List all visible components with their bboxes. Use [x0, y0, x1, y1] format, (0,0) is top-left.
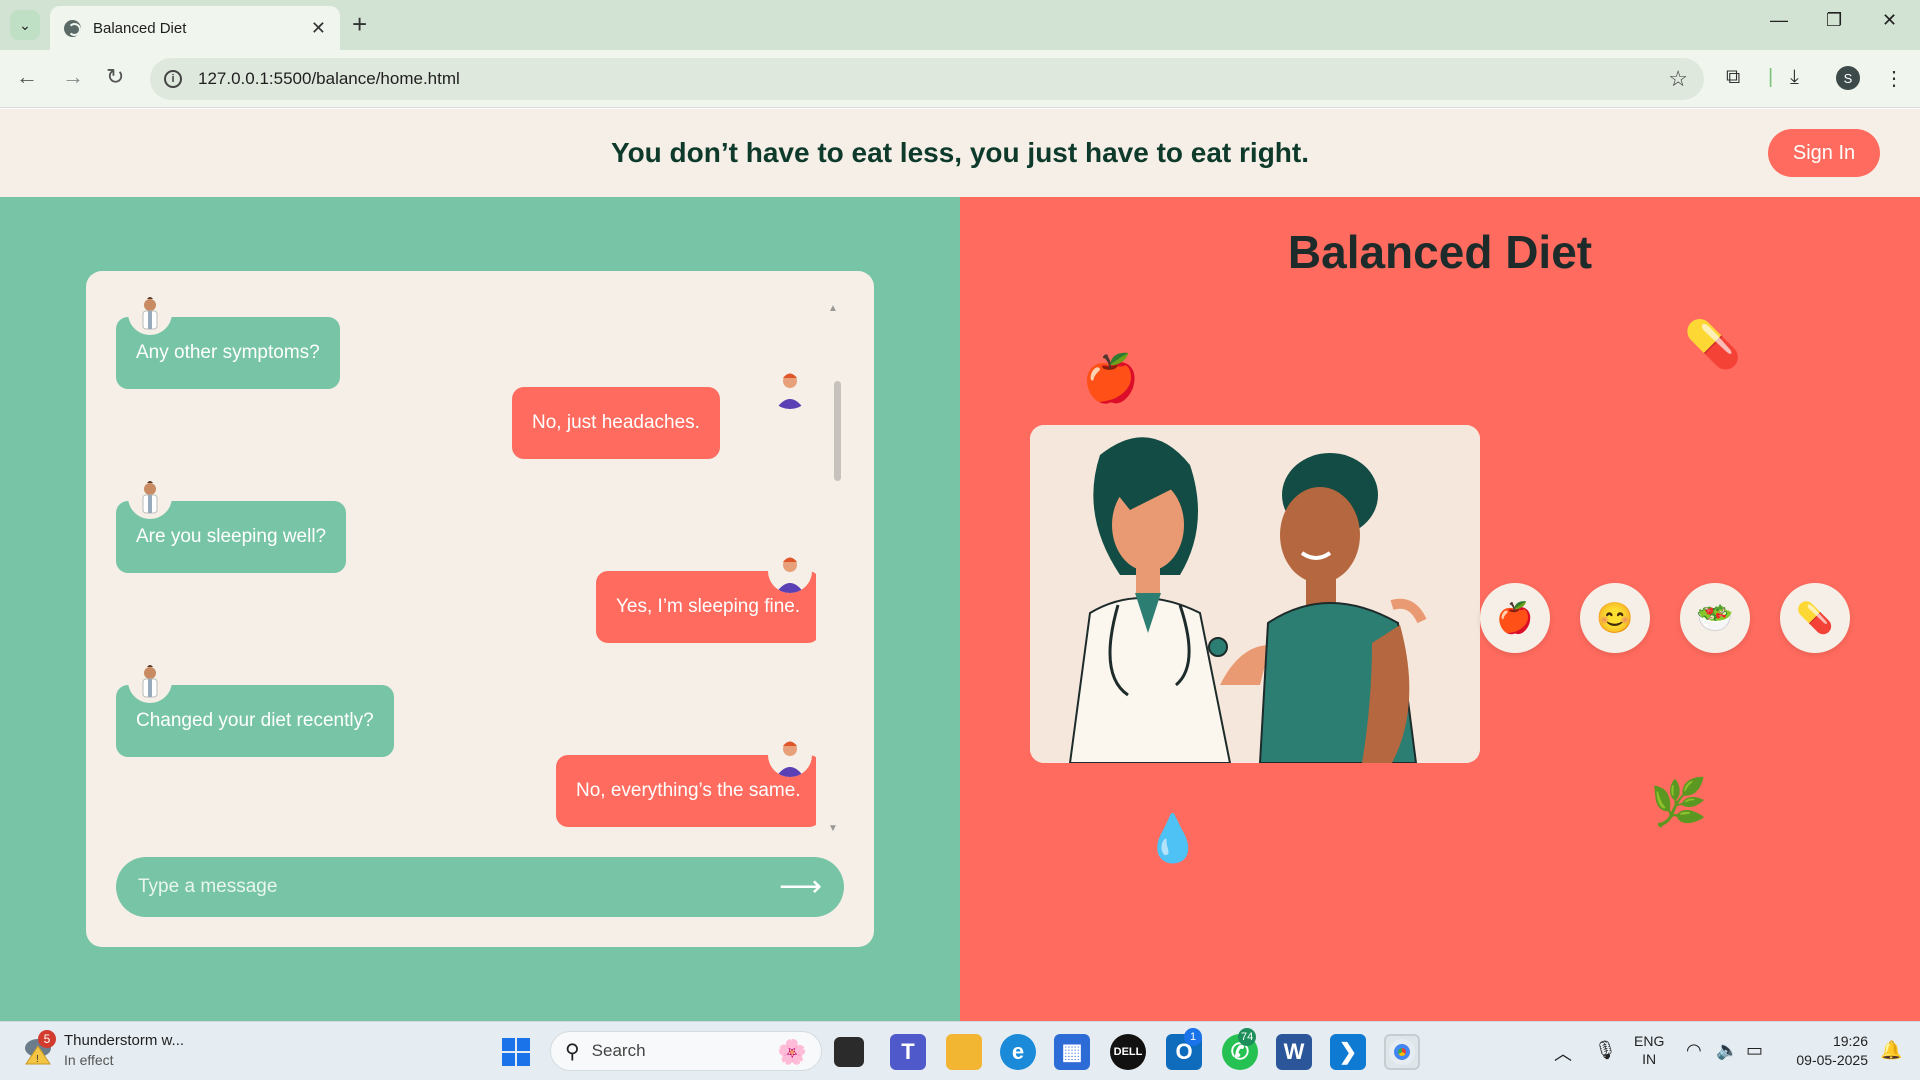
doctor-patient-illustration: [1030, 425, 1480, 763]
arrow-right-icon[interactable]: ⟶: [779, 872, 822, 902]
browser-tab-strip: ⌄ Balanced Diet ✕ + — ❐ ✕: [0, 0, 1920, 50]
doctor-avatar: [128, 291, 172, 335]
apple-icon: 🍎: [1082, 352, 1140, 404]
kebab-menu-icon[interactable]: ⋮: [1884, 66, 1904, 91]
microphone-icon[interactable]: 🎙: [1594, 1040, 1617, 1061]
smile-icon: 😊: [1596, 601, 1634, 635]
reload-icon[interactable]: ↻: [106, 64, 124, 90]
windows-start-icon[interactable]: [502, 1038, 530, 1066]
chat-card: Any other symptoms? No, just headaches. …: [86, 271, 874, 947]
scroll-down-icon[interactable]: ▼: [828, 823, 838, 834]
new-tab-button[interactable]: +: [352, 10, 367, 38]
volume-icon[interactable]: 🔈: [1716, 1040, 1738, 1061]
tab-search-button[interactable]: ⌄: [10, 10, 40, 40]
dell-icon[interactable]: DELL: [1110, 1034, 1146, 1070]
language-indicator[interactable]: ENG IN: [1634, 1032, 1664, 1068]
chat-section: Any other symptoms? No, just headaches. …: [0, 197, 960, 1021]
edge-icon[interactable]: e: [1000, 1034, 1036, 1070]
task-view-icon[interactable]: [834, 1037, 864, 1067]
taskbar-search[interactable]: ⚲ Search 🌸: [550, 1031, 822, 1071]
word-icon[interactable]: W: [1276, 1034, 1312, 1070]
patient-avatar: [768, 365, 812, 409]
herb-icon: 🌿: [1650, 776, 1708, 828]
web-page: You don’t have to eat less, you just hav…: [0, 109, 1920, 1021]
close-tab-icon[interactable]: ✕: [311, 18, 326, 39]
address-toolbar: ← → ↻ i 127.0.0.1:5500/balance/home.html…: [0, 50, 1920, 108]
outlook-badge: 1: [1184, 1028, 1202, 1046]
search-label: Search: [591, 1041, 646, 1060]
sign-in-button[interactable]: Sign In: [1768, 129, 1880, 177]
pill-icon: 💊: [1684, 318, 1742, 370]
back-icon[interactable]: ←: [16, 64, 38, 90]
extensions-icon[interactable]: ⧉: [1726, 66, 1740, 89]
salad-circle-button[interactable]: 🥗: [1680, 583, 1750, 653]
vscode-icon[interactable]: ❯: [1330, 1034, 1366, 1070]
teams-icon[interactable]: T: [890, 1034, 926, 1070]
system-clock[interactable]: 19:26 09-05-2025: [1782, 1032, 1868, 1070]
doctor-avatar: [128, 475, 172, 519]
weather-title[interactable]: Thunderstorm w...: [64, 1032, 184, 1049]
top-banner: You don’t have to eat less, you just hav…: [0, 109, 1920, 197]
store-icon[interactable]: ▦: [1054, 1034, 1090, 1070]
water-drop-icon: 💧: [1144, 812, 1202, 864]
message-composer: ⟶: [116, 857, 844, 917]
address-bar[interactable]: i 127.0.0.1:5500/balance/home.html ☆: [150, 58, 1704, 100]
globe-icon: [64, 19, 81, 37]
scroll-up-icon[interactable]: ▲: [828, 303, 838, 314]
language-region: IN: [1642, 1051, 1657, 1067]
clock-date: 09-05-2025: [1796, 1052, 1868, 1068]
weather-alert-badge: 5: [38, 1030, 56, 1048]
apple-icon: 🍎: [1496, 601, 1534, 635]
toolbar-divider: |: [1768, 66, 1774, 88]
tab-title: Balanced Diet: [93, 19, 187, 37]
file-explorer-icon[interactable]: [946, 1034, 982, 1070]
clock-time: 19:26: [1832, 1033, 1868, 1049]
browser-tab[interactable]: Balanced Diet ✕: [50, 6, 340, 50]
svg-text:!: !: [36, 1054, 39, 1065]
close-window-icon[interactable]: ✕: [1882, 10, 1897, 31]
restore-icon[interactable]: ❐: [1826, 10, 1842, 31]
patient-avatar: [768, 733, 812, 777]
notification-icon[interactable]: 🔔: [1880, 1040, 1902, 1061]
smile-circle-button[interactable]: 😊: [1580, 583, 1650, 653]
pill-circle-button[interactable]: 💊: [1780, 583, 1850, 653]
apple-circle-button[interactable]: 🍎: [1480, 583, 1550, 653]
pill-icon: 💊: [1796, 601, 1834, 635]
message-list[interactable]: Any other symptoms? No, just headaches. …: [116, 291, 816, 861]
banner-quote: You don’t have to eat less, you just hav…: [610, 137, 1310, 168]
chevron-down-icon: ⌄: [19, 16, 31, 33]
site-info-icon[interactable]: i: [164, 70, 182, 88]
profile-avatar[interactable]: S: [1836, 66, 1860, 90]
chrome-icon[interactable]: [1384, 1034, 1420, 1070]
language-code: ENG: [1634, 1033, 1665, 1049]
download-icon[interactable]: ⤓: [1790, 66, 1799, 89]
windows-taskbar: ! 5 Thunderstorm w... In effect ⚲ Search…: [0, 1021, 1920, 1080]
search-icon: ⚲: [565, 1040, 580, 1063]
minimize-icon[interactable]: —: [1770, 10, 1788, 31]
wifi-icon[interactable]: ◠: [1686, 1040, 1702, 1061]
balanced-diet-section: Balanced Diet 🍎 💊 💧 🌿 🍎 😊 🥗 💊: [960, 197, 1920, 1021]
message-input[interactable]: [138, 876, 779, 898]
patient-avatar: [768, 549, 812, 593]
bookmark-star-icon[interactable]: ☆: [1668, 66, 1688, 92]
weather-status: In effect: [64, 1052, 114, 1068]
patient-message: No, just headaches.: [512, 387, 720, 459]
search-highlight-icon: 🌸: [777, 1039, 807, 1066]
doctor-avatar: [128, 659, 172, 703]
url-text: 127.0.0.1:5500/balance/home.html: [198, 69, 460, 88]
chat-scrollbar[interactable]: [834, 381, 841, 481]
salad-icon: 🥗: [1696, 601, 1734, 635]
chevron-up-icon[interactable]: ︿: [1554, 1040, 1572, 1066]
section-title: Balanced Diet: [1287, 226, 1593, 278]
battery-icon[interactable]: ▭: [1746, 1040, 1763, 1061]
forward-icon[interactable]: →: [62, 64, 84, 90]
